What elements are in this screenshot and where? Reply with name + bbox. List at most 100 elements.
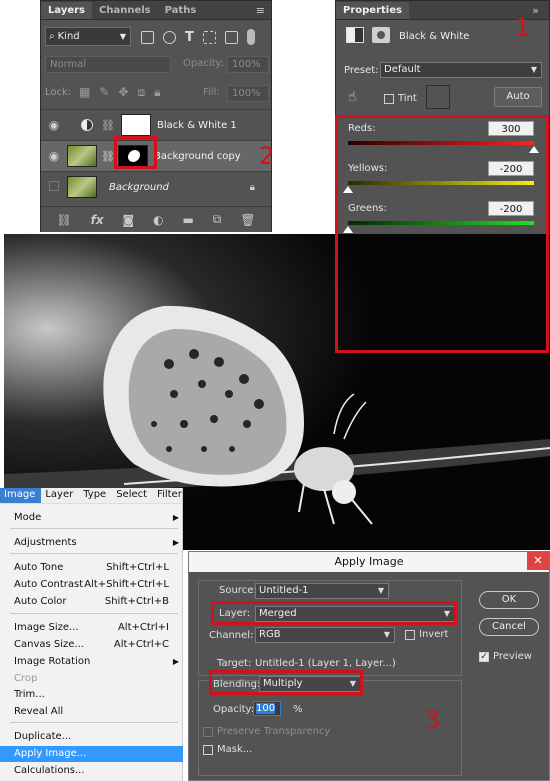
- menu-item-auto-contrast[interactable]: Auto Contrast Alt+Shift+Ctrl+L: [0, 577, 183, 593]
- chain-link-icon[interactable]: ⛓︎: [101, 150, 115, 163]
- layer-row-background[interactable]: Background 🔒︎: [41, 171, 271, 202]
- collapse-icon[interactable]: »: [532, 4, 539, 17]
- menu-item-label: Adjustments: [14, 537, 77, 548]
- blend-mode-select[interactable]: Normal: [45, 56, 171, 73]
- auto-button[interactable]: Auto: [494, 87, 542, 107]
- layer-thumbnail[interactable]: [67, 176, 97, 198]
- mask-label: Mask...: [217, 744, 253, 755]
- chain-link-icon[interactable]: ⛓︎: [101, 119, 115, 132]
- lock-brush-icon[interactable]: ✎: [99, 85, 109, 100]
- filter-shape-icon[interactable]: [202, 30, 216, 44]
- preserve-transparency-label: Preserve Transparency: [217, 726, 331, 737]
- menu-item-crop: Crop: [0, 671, 183, 687]
- menu-item-image-rotation[interactable]: Image Rotation ▶: [0, 654, 183, 670]
- menu-item-canvas-size[interactable]: Canvas Size... Alt+Ctrl+C: [0, 637, 183, 653]
- trash-icon[interactable]: 🗑︎: [240, 213, 255, 227]
- menu-image[interactable]: Image: [0, 488, 42, 503]
- visibility-eye-icon[interactable]: ◉: [41, 118, 67, 132]
- link-layers-icon[interactable]: ⛓︎: [56, 213, 71, 227]
- add-mask-icon[interactable]: ◙: [123, 213, 135, 227]
- menu-item-auto-color[interactable]: Auto Color Shift+Ctrl+B: [0, 594, 183, 610]
- menu-layer[interactable]: Layer: [41, 488, 79, 503]
- menu-item-shortcut: Alt+Ctrl+C: [113, 639, 169, 650]
- menu-select[interactable]: Select: [112, 488, 153, 503]
- lock-all-icon[interactable]: 🔒︎: [154, 85, 160, 100]
- menu-item-calculations[interactable]: Calculations...: [0, 763, 183, 779]
- adjustment-layer-icon[interactable]: ◐: [153, 213, 163, 227]
- tint-color-swatch[interactable]: [426, 85, 450, 109]
- new-layer-icon[interactable]: ⧉: [213, 212, 222, 227]
- opacity-value: 100: [256, 703, 276, 714]
- visibility-box-icon[interactable]: [41, 180, 67, 194]
- targeted-adjustment-hand-icon[interactable]: ☝: [348, 89, 357, 105]
- invert-checkbox[interactable]: [405, 630, 415, 640]
- layer-mask-thumbnail[interactable]: [120, 114, 151, 136]
- filter-kind-select[interactable]: ⌕ Kind ▼: [45, 27, 131, 46]
- menu-item-reveal-all[interactable]: Reveal All: [0, 704, 183, 720]
- preview-label: Preview: [493, 651, 532, 662]
- submenu-arrow-icon: ▶: [172, 538, 179, 547]
- layer-name: Background copy: [153, 150, 241, 162]
- mask-checkbox[interactable]: [203, 745, 213, 755]
- fill-field[interactable]: 100%: [227, 85, 269, 102]
- lock-position-icon[interactable]: ✥: [118, 85, 128, 100]
- filter-toggle-icon[interactable]: [246, 29, 255, 45]
- filter-pixel-icon[interactable]: [141, 30, 154, 44]
- fx-icon[interactable]: fx: [91, 213, 104, 227]
- preset-select[interactable]: Default ▼: [380, 62, 542, 78]
- tint-checkbox[interactable]: [384, 94, 394, 104]
- opacity-field[interactable]: 100%: [227, 56, 269, 73]
- filter-smartobject-icon[interactable]: [224, 30, 238, 44]
- tab-paths[interactable]: Paths: [158, 2, 204, 19]
- layers-bottom-toolbar: ⛓︎ fx ◙ ◐ ▬ ⧉ 🗑︎: [41, 206, 271, 232]
- ok-button[interactable]: OK: [479, 591, 539, 609]
- fill-label: Fill:: [203, 87, 220, 98]
- folder-icon[interactable]: ▬: [182, 213, 193, 227]
- channel-select[interactable]: RGB ▼: [255, 627, 395, 643]
- menu-separator: [10, 553, 178, 554]
- menu-item-shortcut: Shift+Ctrl+L: [106, 562, 169, 573]
- menu-item-apply-image[interactable]: Apply Image...: [0, 746, 183, 762]
- menu-item-duplicate[interactable]: Duplicate...: [0, 729, 183, 745]
- menu-filter[interactable]: Filter: [153, 488, 188, 503]
- mask-mode-icon[interactable]: [372, 27, 390, 43]
- close-button[interactable]: ✕: [527, 552, 549, 570]
- lock-transparent-icon[interactable]: ▦: [79, 85, 90, 100]
- preserve-transparency-checkbox[interactable]: [203, 727, 213, 737]
- chevron-down-icon: ▼: [383, 630, 390, 639]
- filter-kind-label: Kind: [57, 31, 80, 42]
- tab-layers[interactable]: Layers: [41, 2, 92, 19]
- filter-adjustment-icon[interactable]: [163, 30, 176, 44]
- source-label: Source:: [219, 585, 257, 596]
- highlight-box-mask: [114, 136, 157, 169]
- tab-properties[interactable]: Properties: [336, 2, 409, 19]
- menu-item-label: Image Rotation: [14, 656, 91, 667]
- submenu-arrow-icon: ▶: [172, 513, 179, 522]
- tab-channels[interactable]: Channels: [92, 2, 158, 19]
- lock-artboard-icon[interactable]: ⧈: [137, 85, 145, 100]
- cancel-button[interactable]: Cancel: [479, 618, 539, 636]
- menu-item-trim[interactable]: Trim...: [0, 687, 183, 703]
- opacity-field[interactable]: 100: [253, 701, 281, 716]
- menu-separator: [10, 528, 178, 529]
- menu-type[interactable]: Type: [79, 488, 112, 503]
- layer-thumbnail[interactable]: [67, 145, 97, 167]
- opacity-label: Opacity:: [183, 58, 225, 69]
- preset-value: Default: [384, 64, 421, 75]
- menu-item-label: Mode: [14, 512, 42, 523]
- panel-menu-icon[interactable]: ≡: [256, 4, 265, 17]
- menu-item-auto-tone[interactable]: Auto Tone Shift+Ctrl+L: [0, 560, 183, 576]
- preview-checkbox[interactable]: ✓: [479, 652, 489, 662]
- menu-item-label: Image Size...: [14, 622, 79, 633]
- menu-item-label: Trim...: [14, 689, 45, 700]
- source-select[interactable]: Untitled-1 ▼: [255, 583, 389, 599]
- chevron-down-icon: ▼: [530, 65, 537, 74]
- visibility-eye-icon[interactable]: ◉: [41, 149, 67, 163]
- menu-item-adjustments[interactable]: Adjustments ▶: [0, 535, 183, 551]
- filter-type-icon[interactable]: T: [185, 30, 194, 45]
- menu-bar: Image Layer Type Select Filter: [0, 488, 182, 504]
- menu-item-image-size[interactable]: Image Size... Alt+Ctrl+I: [0, 620, 183, 636]
- layer-name: Background: [109, 181, 169, 193]
- bw-adjustment-icon: [346, 27, 364, 43]
- menu-item-mode[interactable]: Mode ▶: [0, 510, 183, 526]
